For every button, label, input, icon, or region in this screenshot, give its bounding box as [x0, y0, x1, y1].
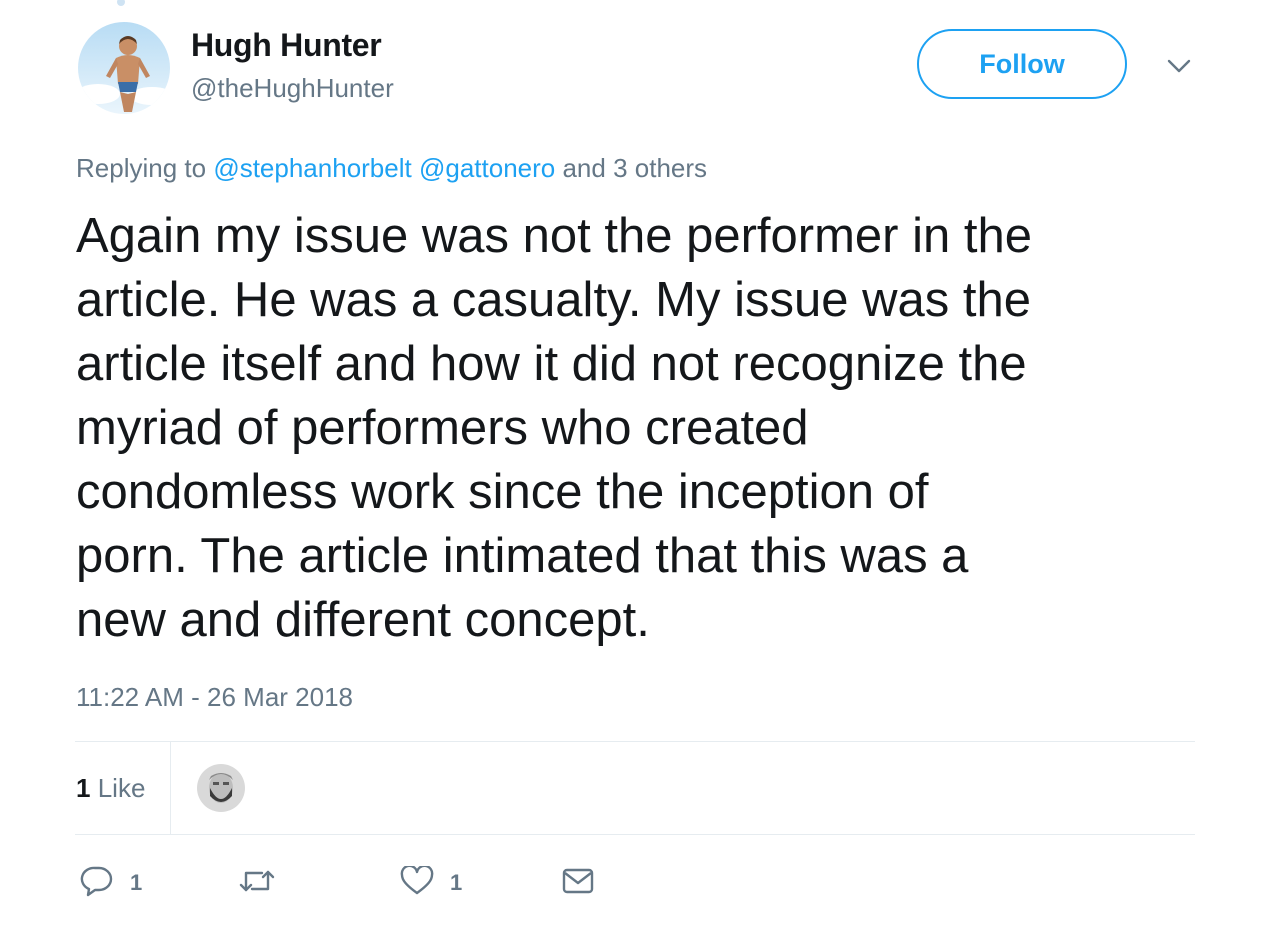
author-handle[interactable]: @theHughHunter	[191, 73, 394, 104]
heart-icon	[400, 864, 434, 901]
retweet-button[interactable]	[238, 866, 292, 900]
liker-avatar[interactable]	[197, 764, 245, 812]
decorative-dot	[117, 0, 125, 6]
reply-others[interactable]: and 3 others	[562, 153, 707, 183]
reply-prefix: Replying to	[76, 153, 207, 183]
tweet-timestamp[interactable]: 11:22 AM - 26 Mar 2018	[76, 682, 353, 713]
divider	[75, 834, 1195, 835]
direct-message-button[interactable]	[561, 866, 595, 900]
mention-link[interactable]: @stephanhorbelt	[213, 153, 411, 183]
chevron-down-icon[interactable]	[1166, 56, 1192, 76]
retweet-icon	[238, 866, 276, 901]
mention-link[interactable]: @gattonero	[419, 153, 555, 183]
likes-count: 1	[76, 773, 91, 803]
like-button[interactable]: 1	[400, 864, 463, 901]
reply-button[interactable]: 1	[80, 866, 142, 900]
reply-context: Replying to @stephanhorbelt @gattonero a…	[76, 153, 707, 184]
reply-count: 1	[130, 870, 143, 895]
stats-divider	[170, 742, 171, 834]
author-name[interactable]: Hugh Hunter	[191, 27, 382, 64]
divider	[75, 741, 1195, 742]
follow-button[interactable]: Follow	[917, 29, 1127, 99]
likes-stat[interactable]: 1 Like	[76, 773, 145, 804]
envelope-icon	[561, 866, 595, 901]
like-count: 1	[450, 870, 463, 895]
reply-icon	[80, 865, 114, 902]
tweet-text: Again my issue was not the performer in …	[76, 209, 1032, 647]
likes-label: Like	[97, 773, 146, 803]
author-avatar[interactable]	[78, 22, 170, 114]
